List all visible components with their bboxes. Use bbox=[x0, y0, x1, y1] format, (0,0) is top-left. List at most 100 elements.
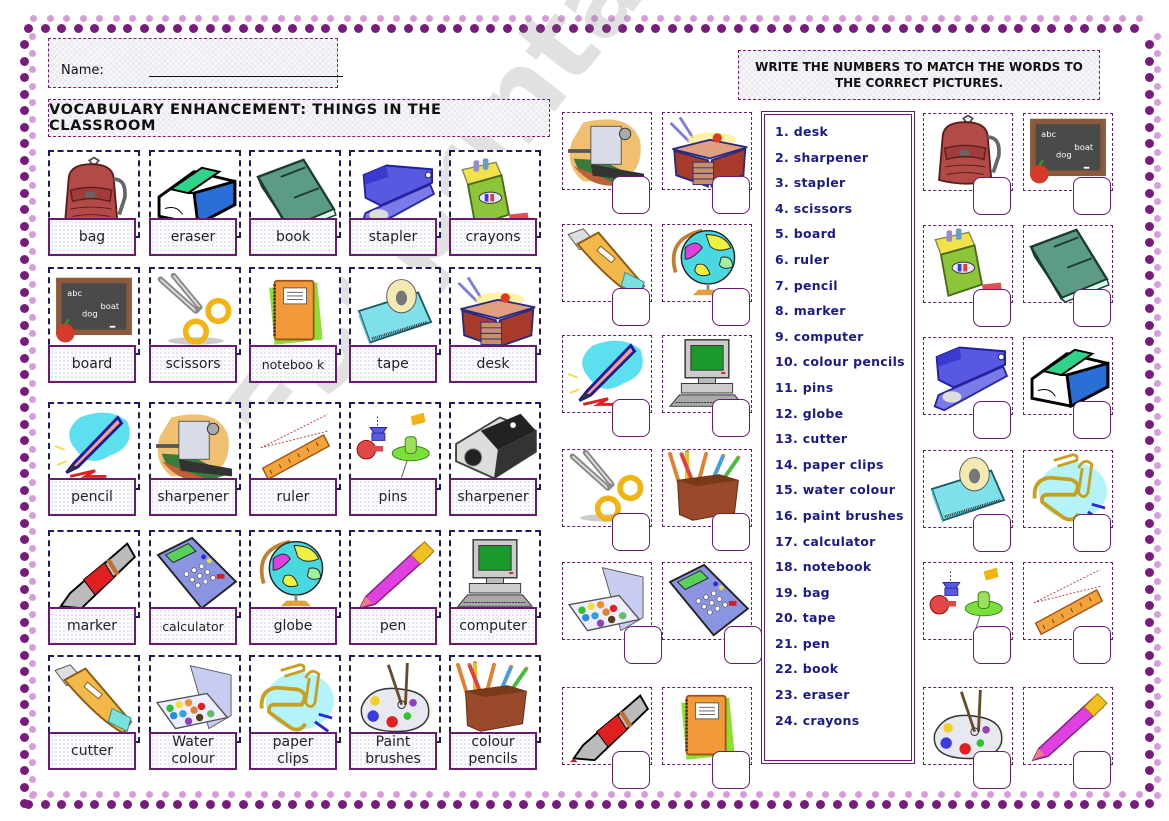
paperclips-icon bbox=[252, 661, 338, 737]
word-list-item: 17. calculator bbox=[775, 533, 876, 549]
vocab-card-word: book bbox=[249, 218, 337, 256]
word-list-item: 23. eraser bbox=[775, 687, 850, 703]
vocab-card-word: crayons bbox=[449, 218, 537, 256]
vocab-card-word: noteboo k bbox=[249, 345, 337, 383]
svg-text:abc: abc bbox=[1041, 129, 1056, 139]
vocab-card-word: Paint brushes bbox=[349, 732, 437, 770]
vocab-card-picture bbox=[48, 402, 140, 490]
palette-icon bbox=[352, 661, 438, 737]
word-list-item: 21. pen bbox=[775, 635, 830, 651]
word-list-item: 5. board bbox=[775, 226, 837, 242]
answer-box[interactable] bbox=[1073, 626, 1111, 664]
name-input-line[interactable] bbox=[149, 76, 343, 77]
word-list-item: 12. globe bbox=[775, 405, 844, 421]
answer-box[interactable] bbox=[712, 288, 750, 326]
calculator-icon bbox=[152, 536, 238, 612]
vocab-card-word: stapler bbox=[349, 218, 437, 256]
answer-box[interactable] bbox=[1073, 751, 1111, 789]
word-list-item: 19. bag bbox=[775, 584, 830, 600]
answer-box[interactable] bbox=[973, 751, 1011, 789]
answer-box[interactable] bbox=[712, 751, 750, 789]
vocab-card-word: pencil bbox=[48, 478, 136, 516]
answer-box[interactable] bbox=[624, 626, 662, 664]
vocab-card-word: colour pencils bbox=[449, 732, 537, 770]
vocab-card-picture bbox=[249, 267, 341, 355]
vocab-card-picture bbox=[449, 267, 541, 355]
word-list-item: 10. colour pencils bbox=[775, 354, 905, 370]
svg-text:boat: boat bbox=[1074, 142, 1093, 152]
vocab-card-word: Water colour bbox=[149, 732, 237, 770]
word-list-item: 20. tape bbox=[775, 610, 836, 626]
cutter-icon bbox=[51, 661, 137, 737]
vocab-card-picture bbox=[449, 402, 541, 490]
answer-box[interactable] bbox=[712, 399, 750, 437]
word-list-item: 4. scissors bbox=[775, 200, 853, 216]
word-list-item: 3. stapler bbox=[775, 175, 846, 191]
vocab-card-picture bbox=[149, 530, 241, 618]
word-list-item: 2. sharpener bbox=[775, 149, 869, 165]
word-list-item: 18. notebook bbox=[775, 559, 872, 575]
vocab-card-picture bbox=[149, 402, 241, 490]
word-list-item: 9. computer bbox=[775, 328, 864, 344]
vocab-card-word: bag bbox=[48, 218, 136, 256]
marker-icon bbox=[51, 536, 137, 612]
vocab-card-picture bbox=[449, 530, 541, 618]
vocab-card-word: board bbox=[48, 345, 136, 383]
vocab-card-word: pen bbox=[349, 607, 437, 645]
vocab-card-picture bbox=[149, 655, 241, 743]
answer-box[interactable] bbox=[612, 399, 650, 437]
pen-icon bbox=[352, 536, 438, 612]
answer-box[interactable] bbox=[1073, 514, 1111, 552]
numbered-word-list: 1. desk 2. sharpener 3. stapler 4. scissors… bbox=[761, 111, 915, 764]
answer-box[interactable] bbox=[973, 289, 1011, 327]
word-list-item: 15. water colour bbox=[775, 482, 896, 498]
word-list-item: 13. cutter bbox=[775, 431, 848, 447]
word-list-item: 24. crayons bbox=[775, 712, 860, 728]
answer-box[interactable] bbox=[973, 401, 1011, 439]
vocab-card-picture bbox=[349, 267, 441, 355]
vocab-card-word: scissors bbox=[149, 345, 237, 383]
name-field-box: Name: bbox=[48, 38, 343, 88]
vocab-card-picture: abc boat dog bbox=[48, 267, 140, 355]
svg-text:boat: boat bbox=[100, 301, 119, 311]
word-list-item: 1. desk bbox=[775, 124, 829, 139]
word-list-item: 16. paint brushes bbox=[775, 507, 904, 523]
vocab-card-word: marker bbox=[48, 607, 136, 645]
answer-box[interactable] bbox=[973, 514, 1011, 552]
vocab-card-word: paper clips bbox=[249, 732, 337, 770]
vocab-card-word: cutter bbox=[48, 732, 136, 770]
name-label: Name: bbox=[61, 63, 104, 78]
chalkboard-icon: abc boat dog bbox=[52, 274, 136, 348]
worksheet-title: VOCABULARY ENHANCEMENT: THINGS IN THE CL… bbox=[48, 99, 550, 137]
answer-box[interactable] bbox=[1073, 401, 1111, 439]
vocab-card-word: computer bbox=[449, 607, 537, 645]
vocab-card-picture bbox=[48, 655, 140, 743]
pencil-icon bbox=[51, 408, 137, 484]
answer-box[interactable] bbox=[612, 288, 650, 326]
instructions: WRITE THE NUMBERS TO MATCH THE WORDS TO … bbox=[738, 50, 1100, 100]
vocab-card-word: desk bbox=[449, 345, 537, 383]
vocab-card-picture bbox=[449, 655, 541, 743]
answer-box[interactable] bbox=[612, 751, 650, 789]
globe-icon bbox=[252, 536, 338, 612]
answer-box[interactable] bbox=[612, 176, 650, 214]
answer-box[interactable] bbox=[973, 177, 1011, 215]
answer-box[interactable] bbox=[612, 513, 650, 551]
notebook-icon bbox=[255, 273, 335, 349]
svg-text:abc: abc bbox=[67, 288, 82, 298]
answer-box[interactable] bbox=[712, 176, 750, 214]
scissors-icon bbox=[153, 273, 237, 349]
crank-sharpener-icon bbox=[151, 408, 239, 484]
vocab-card-picture bbox=[249, 655, 341, 743]
answer-box[interactable] bbox=[1073, 289, 1111, 327]
answer-box[interactable] bbox=[724, 626, 762, 664]
word-list-item: 14. paper clips bbox=[775, 456, 884, 472]
vocab-card-picture bbox=[149, 267, 241, 355]
answer-box[interactable] bbox=[973, 626, 1011, 664]
vocab-card-word: tape bbox=[349, 345, 437, 383]
word-list-item: 6. ruler bbox=[775, 251, 830, 267]
vocab-card-picture bbox=[349, 655, 441, 743]
vocab-card-word: eraser bbox=[149, 218, 237, 256]
answer-box[interactable] bbox=[712, 513, 750, 551]
answer-box[interactable] bbox=[1073, 177, 1111, 215]
